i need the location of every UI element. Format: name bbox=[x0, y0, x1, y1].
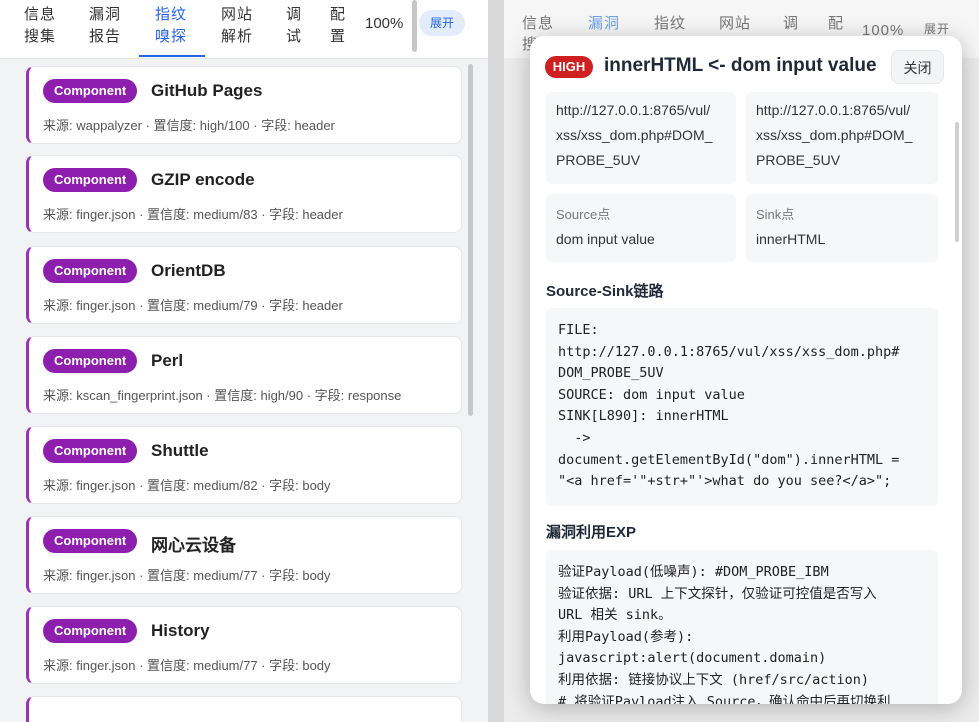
zoom-level: 100% bbox=[365, 15, 404, 32]
tab-info-collect[interactable]: 信息 搜集 bbox=[24, 4, 56, 48]
card-title: GitHub Pages bbox=[151, 81, 263, 100]
card-title: 网心云设备 bbox=[151, 536, 236, 555]
tab-label: 报告 bbox=[89, 28, 122, 45]
modal-title: innerHTML <- dom input value bbox=[604, 55, 877, 76]
close-button[interactable]: 关闭 bbox=[891, 50, 944, 84]
component-badge: Component bbox=[43, 619, 138, 643]
list-scrollbar[interactable] bbox=[468, 64, 473, 416]
tab-debug[interactable]: 调 bbox=[783, 12, 799, 33]
component-badge: Component bbox=[43, 259, 138, 283]
url-text: http://127.0.0.1:8765/vul/ xss/xss_dom.p… bbox=[756, 102, 913, 168]
component-badge: Component bbox=[43, 168, 138, 192]
source-box: Source点 dom input value bbox=[546, 194, 736, 262]
severity-badge: HIGH bbox=[545, 56, 593, 78]
card-meta: 来源: finger.json · 置信度: medium/77 · 字段: b… bbox=[43, 568, 331, 583]
card-meta: 来源: finger.json · 置信度: medium/77 · 字段: b… bbox=[43, 658, 331, 673]
component-badge: Component bbox=[43, 529, 138, 553]
fingerprint-card[interactable]: Component OrientDB 来源: finger.json · 置信度… bbox=[26, 246, 462, 324]
card-title: Perl bbox=[151, 351, 184, 370]
source-label: Source点 bbox=[556, 207, 611, 222]
card-meta: 来源: finger.json · 置信度: medium/82 · 字段: b… bbox=[43, 478, 331, 493]
fingerprint-card[interactable]: Component 网心云设备 来源: finger.json · 置信度: m… bbox=[26, 516, 462, 594]
exp-code-block: 验证Payload(低噪声): #DOM_PROBE_IBM 验证依据: URL… bbox=[546, 550, 938, 704]
tab-label: 信息 bbox=[24, 6, 57, 23]
tab-label: 试 bbox=[286, 28, 303, 45]
source-value: dom input value bbox=[556, 231, 655, 247]
sink-label: Sink点 bbox=[756, 207, 795, 222]
card-title: Shuttle bbox=[151, 441, 209, 460]
tab-site-parse[interactable]: 网站 解析 bbox=[221, 4, 253, 48]
component-badge: Component bbox=[43, 439, 138, 463]
tab-bar: 信息 搜集 漏洞 报告 指纹 嗅探 网站 解析 调 试 配 置 100% 展开 bbox=[0, 0, 488, 59]
expand-button[interactable]: 展开 bbox=[924, 20, 950, 37]
card-meta: 来源: finger.json · 置信度: medium/79 · 字段: h… bbox=[43, 298, 343, 313]
vuln-detail-modal: HIGH innerHTML <- dom input value 关闭 htt… bbox=[530, 36, 962, 704]
tab-config[interactable]: 配 置 bbox=[330, 4, 346, 48]
tab-label: 指纹 bbox=[155, 6, 188, 23]
tabs-scrollbar[interactable] bbox=[412, 0, 417, 52]
expand-button[interactable]: 展开 bbox=[419, 10, 465, 36]
tab-label: 漏洞 bbox=[89, 6, 122, 23]
fingerprint-card[interactable] bbox=[26, 696, 462, 722]
card-meta: 来源: finger.json · 置信度: medium/83 · 字段: h… bbox=[43, 207, 343, 222]
tab-site-parse[interactable]: 网站 bbox=[719, 12, 751, 33]
sink-value: innerHTML bbox=[756, 231, 826, 247]
fingerprint-card[interactable]: Component GZIP encode 来源: finger.json · … bbox=[26, 155, 462, 233]
tab-label: 网站 bbox=[221, 6, 254, 23]
tab-label: 配 bbox=[330, 6, 347, 23]
card-title: OrientDB bbox=[151, 261, 226, 280]
modal-scrollbar[interactable] bbox=[955, 122, 959, 242]
fingerprint-card[interactable]: Component Shuttle 来源: finger.json · 置信度:… bbox=[26, 426, 462, 504]
tab-vuln-report[interactable]: 漏洞 bbox=[588, 12, 620, 33]
fingerprint-card[interactable]: Component Perl 来源: kscan_fingerprint.jso… bbox=[26, 336, 462, 414]
card-title: History bbox=[151, 621, 210, 640]
component-badge: Component bbox=[43, 79, 138, 103]
sink-box: Sink点 innerHTML bbox=[746, 194, 938, 262]
exp-section-title: 漏洞利用EXP bbox=[546, 524, 637, 541]
fingerprint-card[interactable]: Component History 来源: finger.json · 置信度:… bbox=[26, 606, 462, 684]
tab-debug[interactable]: 调 试 bbox=[286, 4, 302, 48]
fingerprint-card[interactable]: Component GitHub Pages 来源: wappalyzer · … bbox=[26, 66, 462, 144]
chain-section-title: Source-Sink链路 bbox=[546, 283, 664, 300]
tab-label: 解析 bbox=[221, 28, 254, 45]
chain-code-block: FILE: http://127.0.0.1:8765/vul/xss/xss_… bbox=[546, 308, 938, 506]
url-text: http://127.0.0.1:8765/vul/ xss/xss_dom.p… bbox=[556, 102, 713, 168]
tab-label: 嗅探 bbox=[155, 28, 188, 45]
tab-vuln-report[interactable]: 漏洞 报告 bbox=[89, 4, 121, 48]
tab-label: 搜集 bbox=[24, 28, 57, 45]
url-box: http://127.0.0.1:8765/vul/ xss/xss_dom.p… bbox=[546, 92, 736, 184]
card-meta: 来源: wappalyzer · 置信度: high/100 · 字段: hea… bbox=[43, 118, 335, 133]
card-meta: 来源: kscan_fingerprint.json · 置信度: high/9… bbox=[43, 388, 402, 403]
tab-label: 调 bbox=[286, 6, 303, 23]
tab-label: 置 bbox=[330, 28, 347, 45]
active-tab-indicator bbox=[139, 55, 205, 57]
card-title: GZIP encode bbox=[151, 170, 255, 189]
fingerprint-panel: 信息 搜集 漏洞 报告 指纹 嗅探 网站 解析 调 试 配 置 100% 展开 … bbox=[0, 0, 488, 722]
tab-fingerprint[interactable]: 指纹 嗅探 bbox=[155, 4, 187, 48]
tab-label: 信息 bbox=[522, 15, 555, 32]
url-box: http://127.0.0.1:8765/vul/ xss/xss_dom.p… bbox=[746, 92, 938, 184]
tab-config[interactable]: 配 bbox=[828, 12, 844, 33]
tab-fingerprint[interactable]: 指纹 bbox=[654, 12, 686, 33]
component-badge: Component bbox=[43, 349, 138, 373]
